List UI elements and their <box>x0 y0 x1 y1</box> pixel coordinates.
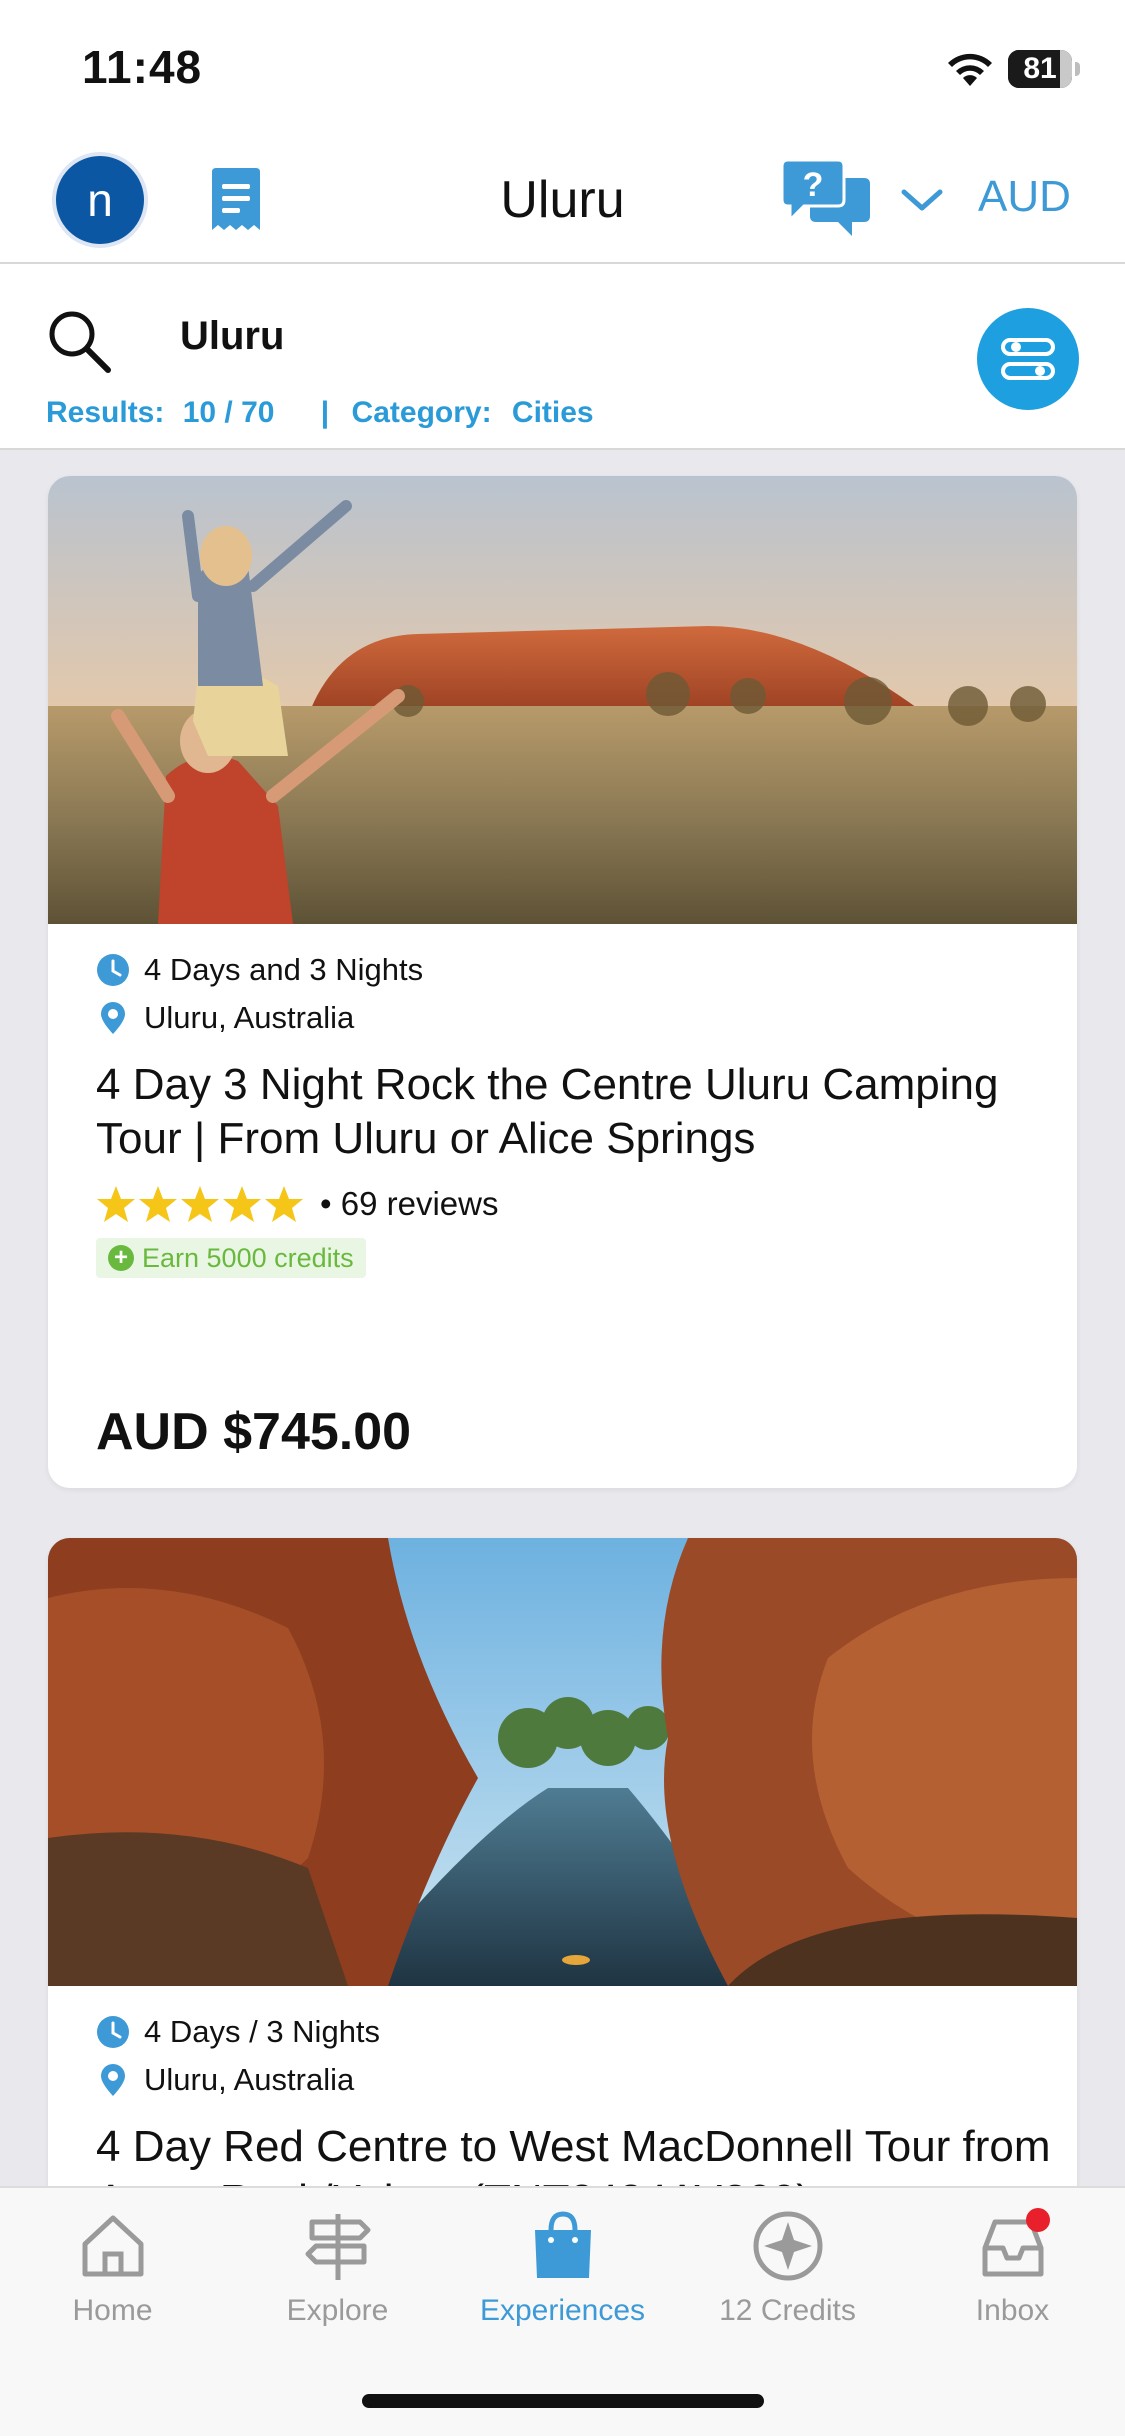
credits-text: Earn 5000 credits <box>142 1242 354 1273</box>
listing-image-uluru[interactable] <box>48 476 1077 924</box>
location-row: Uluru, Australia <box>96 2062 354 2098</box>
tab-explore[interactable]: Explore <box>225 2208 450 2348</box>
location-text: Uluru, Australia <box>144 2062 355 2097</box>
listing-card[interactable]: 4 Days and 3 Nights Uluru, Australia 4 D… <box>48 476 1077 1488</box>
compass-star-icon <box>753 2211 822 2281</box>
plus-circle-icon: + <box>108 1245 134 1271</box>
status-time: 11:48 <box>82 41 203 93</box>
tab-label: Explore <box>286 2294 389 2327</box>
tab-label: Home <box>72 2294 153 2327</box>
top-nav-bar: n Uluru ? AUD <box>0 140 1125 264</box>
results-label: Results: <box>46 396 165 429</box>
clock-icon <box>97 2016 129 2048</box>
home-indicator <box>362 2394 764 2408</box>
chevron-down-icon[interactable] <box>898 180 946 220</box>
map-pin-icon <box>101 1002 125 1034</box>
category-value[interactable]: Cities <box>512 396 594 430</box>
results-summary: Results: 10 / 70 | Category: Cities <box>46 396 594 430</box>
listing-card[interactable]: 4 Days / 3 Nights Uluru, Australia 4 Day… <box>48 1538 1077 2298</box>
tab-label: Inbox <box>975 2294 1050 2327</box>
shopping-bag-icon <box>534 2211 591 2278</box>
search-bar: Uluru Results: 10 / 70 | Category: Citie… <box>0 264 1125 450</box>
search-input[interactable]: Uluru <box>180 314 284 359</box>
clock-icon <box>97 954 129 986</box>
star-icon <box>97 1186 135 1222</box>
battery-icon: 81 <box>1008 50 1080 88</box>
rating-row: • 69 reviews <box>96 1184 498 1224</box>
credits-badge: + Earn 5000 credits <box>96 1238 366 1278</box>
notification-dot <box>1026 2208 1050 2232</box>
battery-percent: 81 <box>1023 52 1057 85</box>
svg-text:?: ? <box>803 166 824 204</box>
duration-text: 4 Days / 3 Nights <box>144 2014 381 2049</box>
home-icon <box>82 2215 143 2277</box>
wifi-icon <box>948 53 992 86</box>
duration-row: 4 Days / 3 Nights <box>96 2014 380 2050</box>
location-text: Uluru, Australia <box>144 1000 355 1035</box>
tab-home[interactable]: Home <box>0 2208 225 2348</box>
results-count: 10 / 70 <box>182 396 275 429</box>
location-row: Uluru, Australia <box>96 1000 354 1036</box>
listing-image-gorge[interactable] <box>48 1538 1077 1986</box>
status-bar: 11:48 81 <box>0 0 1125 140</box>
review-count[interactable]: • 69 reviews <box>320 1185 498 1223</box>
star-rating <box>96 1184 306 1224</box>
star-icon <box>223 1186 261 1222</box>
star-icon <box>139 1186 177 1222</box>
currency-selector[interactable]: AUD <box>978 172 1071 222</box>
signpost-icon <box>305 2214 370 2280</box>
star-icon <box>181 1186 219 1222</box>
sliders-icon <box>1001 338 1055 380</box>
star-icon <box>265 1186 303 1222</box>
page-title: Uluru <box>500 171 625 229</box>
duration-text: 4 Days and 3 Nights <box>144 952 424 987</box>
tab-inbox[interactable]: Inbox <box>900 2208 1125 2348</box>
tab-experiences[interactable]: Experiences <box>450 2208 675 2348</box>
listing-title[interactable]: 4 Day 3 Night Rock the Centre Uluru Camp… <box>96 1058 1056 1166</box>
duration-row: 4 Days and 3 Nights <box>96 952 423 988</box>
tab-label: 12 Credits <box>719 2294 856 2327</box>
tab-label: Experiences <box>479 2294 646 2327</box>
filter-button[interactable] <box>977 308 1079 410</box>
tab-credits[interactable]: 12 Credits <box>675 2208 900 2348</box>
category-label: Category: <box>351 396 492 429</box>
support-chat-icon[interactable]: ? <box>780 160 872 238</box>
search-icon[interactable] <box>44 306 114 376</box>
listing-price: AUD $745.00 <box>96 1403 412 1461</box>
separator: | <box>320 396 330 429</box>
map-pin-icon <box>101 2064 125 2096</box>
